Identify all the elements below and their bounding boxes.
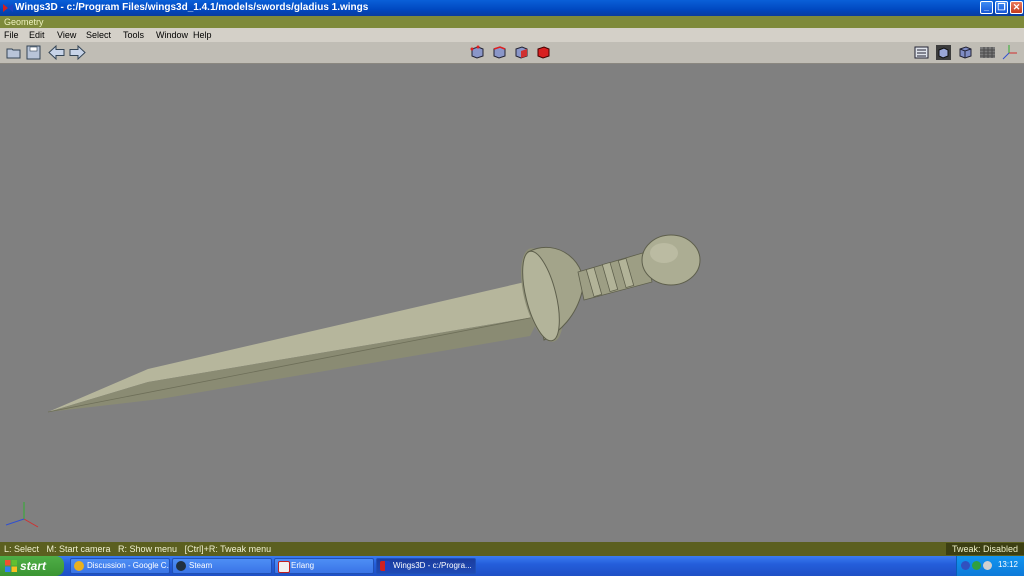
vertex-mode-icon[interactable] — [469, 44, 486, 61]
menu-bar: File Edit View Select Tools Window Help — [0, 28, 1024, 42]
close-icon: ✕ — [1012, 2, 1021, 12]
task-label: Steam — [189, 561, 213, 570]
task-label: Erlang — [291, 561, 315, 570]
menu-tools[interactable]: Tools — [123, 29, 144, 41]
system-tray: 13:12 — [956, 556, 1024, 576]
undo-arrow-icon[interactable] — [48, 44, 65, 61]
task-wings3d[interactable]: Wings3D - c:/Progra... — [376, 558, 476, 574]
restore-icon: ❐ — [997, 2, 1006, 12]
gladius-model — [5, 234, 701, 528]
menu-view[interactable]: View — [57, 29, 76, 41]
start-label: start — [20, 559, 47, 573]
3d-viewport[interactable] — [0, 64, 1024, 542]
wings3d-icon — [380, 561, 390, 571]
windows-taskbar: start Discussion - Google C... Steam Erl… — [0, 556, 1024, 576]
chrome-icon — [74, 561, 84, 571]
erlang-icon — [278, 561, 290, 573]
edge-mode-icon[interactable] — [491, 44, 508, 61]
grid-icon[interactable] — [979, 44, 996, 61]
tweak-status: Tweak: Disabled — [945, 543, 1024, 555]
volume-icon[interactable] — [983, 561, 992, 570]
minimize-icon: _ — [983, 2, 989, 12]
windows-flag-icon — [5, 560, 17, 572]
menu-edit[interactable]: Edit — [29, 29, 45, 41]
mouse-hints: L: Select M: Start camera R: Show menu [… — [4, 544, 272, 554]
minimize-button[interactable]: _ — [980, 1, 993, 14]
window-titlebar[interactable]: Wings3D - c:/Program Files/wings3d_1.4.1… — [0, 0, 1024, 16]
axis-gizmo — [5, 502, 39, 528]
close-button[interactable]: ✕ — [1010, 1, 1023, 14]
axes-icon[interactable] — [1001, 44, 1018, 61]
task-chrome[interactable]: Discussion - Google C... — [70, 558, 170, 574]
wings3d-app-icon — [3, 4, 13, 12]
restore-button[interactable]: ❐ — [995, 1, 1008, 14]
smooth-shade-icon[interactable] — [935, 44, 952, 61]
geometry-window-label: Geometry — [0, 16, 1024, 28]
menu-file[interactable]: File — [4, 29, 19, 41]
window-title: Wings3D - c:/Program Files/wings3d_1.4.1… — [15, 2, 369, 13]
face-mode-icon[interactable] — [513, 44, 530, 61]
task-label: Wings3D - c:/Progra... — [393, 561, 472, 570]
cube-view-icon[interactable] — [957, 44, 974, 61]
body-mode-icon[interactable] — [535, 44, 552, 61]
task-steam[interactable]: Steam — [172, 558, 272, 574]
save-disk-icon[interactable] — [25, 44, 42, 61]
task-label: Discussion - Google C... — [87, 561, 170, 570]
menu-select[interactable]: Select — [86, 29, 111, 41]
menu-help[interactable]: Help — [193, 29, 212, 41]
clock: 13:12 — [997, 560, 1018, 569]
steam-icon — [176, 561, 186, 571]
workmode-icon[interactable] — [913, 44, 930, 61]
toolbar — [0, 42, 1024, 64]
start-button[interactable]: start — [0, 556, 64, 576]
task-erlang[interactable]: Erlang — [274, 558, 374, 574]
redo-arrow-icon[interactable] — [69, 44, 86, 61]
open-folder-icon[interactable] — [5, 44, 22, 61]
menu-window[interactable]: Window — [156, 29, 188, 41]
status-bar: L: Select M: Start camera R: Show menu [… — [0, 542, 1024, 556]
network-icon[interactable] — [961, 561, 970, 570]
security-icon[interactable] — [972, 561, 981, 570]
